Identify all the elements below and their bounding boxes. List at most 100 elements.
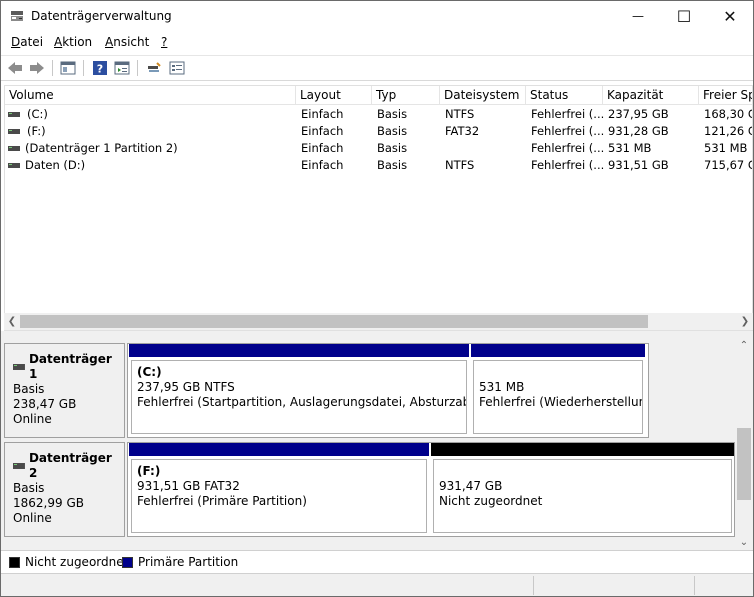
menu-ansicht[interactable]: Ansicht	[105, 35, 149, 49]
partition-status: Fehlerfrei (Startpartition, Auslagerungs…	[137, 395, 466, 409]
column-header-dateisystem[interactable]: Dateisystem	[440, 86, 526, 105]
disk-view-vertical-scrollbar[interactable]: ⌃ ⌄	[735, 337, 753, 550]
partition-title	[439, 464, 731, 479]
partition-size: 931,51 GB FAT32	[137, 479, 240, 493]
disk-state: Online	[13, 412, 52, 426]
scroll-left-arrow-icon[interactable]: ❮	[4, 313, 20, 330]
scroll-down-arrow-icon[interactable]: ⌄	[735, 534, 753, 550]
help-icon: ?	[93, 61, 107, 76]
connect-button[interactable]	[144, 59, 164, 77]
scrollbar-thumb[interactable]	[737, 428, 751, 500]
disk-size: 1862,99 GB	[13, 496, 84, 510]
legend-item-unallocated: Nicht zugeordnet	[9, 555, 128, 569]
unallocated-space[interactable]: 931,47 GB Nicht zugeordnet	[431, 443, 734, 536]
partition-c[interactable]: (C:) 237,95 GB NTFS Fehlerfrei (Startpar…	[129, 344, 469, 437]
cell-layout: Einfach	[301, 158, 344, 172]
scroll-right-arrow-icon[interactable]: ❯	[737, 313, 753, 330]
table-row[interactable]: (F:) Einfach Basis FAT32 Fehlerfrei (...…	[5, 123, 752, 140]
cell-kapazitaet: 931,28 GB	[608, 124, 669, 138]
column-header-volume[interactable]: Volume	[5, 86, 296, 105]
column-header-status[interactable]: Status	[526, 86, 603, 105]
partition-status: Nicht zugeordnet	[439, 494, 543, 508]
scroll-up-arrow-icon[interactable]: ⌃	[735, 337, 753, 353]
toolbar: ?	[1, 55, 753, 81]
list-header: Volume Layout Typ Dateisystem Status Kap…	[5, 86, 752, 105]
column-header-kapazitaet[interactable]: Kapazität	[603, 86, 699, 105]
menu-aktion[interactable]: Aktion	[54, 35, 92, 49]
disk-name: Datenträger 2	[28, 451, 112, 480]
minimize-button[interactable]: —	[615, 1, 661, 31]
cell-layout: Einfach	[301, 141, 344, 155]
show-hide-tree-button[interactable]	[58, 59, 78, 77]
column-header-typ[interactable]: Typ	[372, 86, 440, 105]
cell-kapazitaet: 531 MB	[608, 141, 652, 155]
drive-icon	[8, 129, 20, 134]
drive-icon	[8, 163, 20, 168]
cell-dateisystem: FAT32	[445, 124, 480, 138]
menu-help[interactable]: ?	[161, 35, 167, 49]
cell-status: Fehlerfrei (...	[531, 141, 605, 155]
close-button[interactable]: ✕	[707, 1, 753, 31]
status-pane	[694, 576, 695, 595]
back-button[interactable]	[5, 59, 25, 77]
cell-dateisystem: NTFS	[445, 158, 475, 172]
maximize-button[interactable]: ☐	[661, 1, 707, 31]
drive-icon	[8, 112, 20, 117]
table-row[interactable]: Daten (D:) Einfach Basis NTFS Fehlerfrei…	[5, 157, 752, 174]
partition-recovery[interactable]: 531 MB Fehlerfrei (Wiederherstellungsp	[471, 344, 645, 437]
cell-kapazitaet: 931,51 GB	[608, 158, 669, 172]
partition-status: Fehlerfrei (Primäre Partition)	[137, 494, 307, 508]
properties-icon	[114, 61, 130, 75]
table-row[interactable]: (C:) Einfach Basis NTFS Fehlerfrei (... …	[5, 106, 752, 123]
toolbar-separator	[137, 60, 138, 76]
help-button[interactable]: ?	[90, 59, 110, 77]
legend-swatch	[122, 556, 133, 568]
disk-2-partitions: (F:) 931,51 GB FAT32 Fehlerfrei (Primäre…	[127, 442, 735, 537]
partition-bar	[431, 443, 734, 456]
disk-state: Online	[13, 511, 52, 525]
window-title: Datenträgerverwaltung	[31, 9, 172, 23]
cell-volume: (Datenträger 1 Partition 2)	[25, 141, 178, 155]
disk-1-info[interactable]: Datenträger 1 Basis 238,47 GB Online	[4, 343, 125, 438]
partition-title	[479, 365, 642, 380]
cell-typ: Basis	[377, 107, 408, 121]
properties-button[interactable]	[112, 59, 132, 77]
column-header-freier-speicher[interactable]: Freier Sp.	[699, 86, 752, 105]
cell-freier-speicher: 121,26 GB	[704, 124, 752, 138]
cell-status: Fehlerfrei (...	[531, 158, 605, 172]
partition-f[interactable]: (F:) 931,51 GB FAT32 Fehlerfrei (Primäre…	[129, 443, 429, 536]
disk-type: Basis	[13, 382, 45, 396]
partition-size: 531 MB	[479, 380, 525, 394]
minimize-icon: —	[632, 9, 644, 23]
cell-volume: (F:)	[27, 124, 46, 138]
cell-volume: Daten (D:)	[25, 158, 86, 172]
table-row[interactable]: (Datenträger 1 Partition 2) Einfach Basi…	[5, 140, 752, 157]
status-bar	[1, 573, 753, 596]
svg-text:?: ?	[97, 63, 103, 76]
show-hide-icon	[60, 61, 76, 75]
column-header-layout[interactable]: Layout	[296, 86, 372, 105]
menu-bar: Datei Aktion Ansicht ?	[1, 32, 753, 54]
legend-swatch	[9, 556, 20, 568]
forward-button[interactable]	[27, 59, 47, 77]
legend-label: Nicht zugeordnet	[25, 555, 129, 569]
list-horizontal-scrollbar[interactable]: ❮ ❯	[4, 313, 753, 330]
disk-management-window: Datenträgerverwaltung — ☐ ✕ Datei Aktion…	[0, 0, 754, 597]
maximize-icon: ☐	[676, 6, 692, 26]
disk-type: Basis	[13, 481, 45, 495]
disk-2-info[interactable]: Datenträger 2 Basis 1862,99 GB Online	[4, 442, 125, 537]
back-icon	[8, 62, 22, 74]
disk-management-icon	[11, 11, 23, 21]
cell-volume: (C:)	[27, 107, 48, 121]
partition-title: (F:)	[137, 464, 161, 478]
partition-bar	[471, 344, 645, 357]
title-bar: Datenträgerverwaltung — ☐ ✕	[1, 1, 753, 32]
menu-datei[interactable]: Datei	[11, 35, 43, 49]
disk-graphical-view: Datenträger 1 Basis 238,47 GB Online (C:…	[1, 337, 753, 550]
partition-bar	[129, 443, 429, 456]
partition-size: 237,95 GB NTFS	[137, 380, 235, 394]
settings-list-button[interactable]	[167, 59, 187, 77]
scrollbar-thumb[interactable]	[20, 315, 648, 328]
forward-icon	[30, 62, 44, 74]
disk-size: 238,47 GB	[13, 397, 77, 411]
